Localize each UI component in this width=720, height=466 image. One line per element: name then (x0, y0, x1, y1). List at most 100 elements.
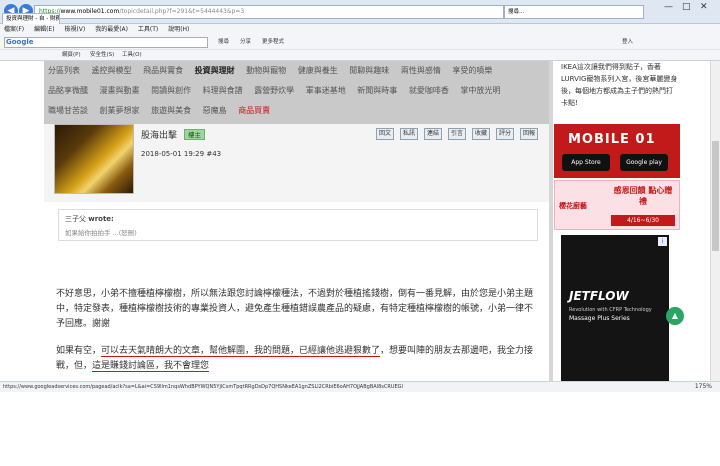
board-item[interactable]: 閒聊與趣味 (349, 66, 389, 75)
board-item-active[interactable]: 投資與理財 (195, 66, 235, 75)
menu-file[interactable]: 檔案(F) (4, 26, 24, 33)
cmd-page[interactable]: 網頁(P) (62, 50, 81, 61)
post-date: 2018-05-01 19:29 #43 (141, 150, 221, 158)
status-bar: https://www.googleadservices.com/pagead/… (0, 381, 720, 392)
google-logo: Google (6, 38, 34, 46)
board-item[interactable]: 惡魔島 (203, 106, 227, 115)
ikea-article-text[interactable]: IKEA這次讓我們得到點子，香著LURVIG寵物系列入宮，後宮華麗變身後，每個地… (561, 61, 679, 109)
board-menu-row-1: 分區列表 遙控與模型 飛品與實食 投資與理財 動物與寵物 健康與養生 閒聊與趣味… (48, 61, 501, 81)
close-icon[interactable]: ✕ (700, 2, 708, 12)
report-button[interactable]: 回報 (520, 128, 538, 140)
avatar[interactable] (54, 124, 134, 194)
google-search-input[interactable] (4, 37, 208, 48)
link-button[interactable]: 連結 (424, 128, 442, 140)
board-item-marketplace[interactable]: 商品買賣 (238, 106, 270, 115)
board-item[interactable]: 軍事迷基地 (306, 86, 346, 95)
toolbar-more-button[interactable]: 更多程式 (262, 38, 284, 47)
zoom-level[interactable]: 175% (695, 382, 712, 392)
minimize-icon[interactable]: — (664, 2, 673, 12)
cmd-safety[interactable]: 安全性(S) (90, 50, 114, 61)
board-item[interactable]: 旅遊與美食 (151, 106, 191, 115)
app-store-button[interactable]: App Store (562, 154, 610, 171)
quote-header: 三子父 wrote: (65, 214, 531, 224)
board-item[interactable]: 閱讀與創作 (151, 86, 191, 95)
board-item[interactable]: 健康與養生 (298, 66, 338, 75)
reply-button[interactable]: 回文 (376, 128, 394, 140)
maximize-icon[interactable]: □ (682, 2, 691, 12)
board-item[interactable]: 遙控與模型 (92, 66, 132, 75)
post-floor[interactable]: #43 (206, 150, 221, 158)
address-bar[interactable]: https://www.mobile01.com/topicdetail.php… (34, 5, 504, 19)
menu-favorites[interactable]: 我的最愛(A) (95, 26, 128, 33)
status-url: https://www.googleadservices.com/pagead/… (3, 384, 403, 390)
sakura-ad[interactable]: 櫻花廚藝 感恩回饋 點心贈禮 4/16~6/30 (554, 180, 680, 230)
rate-button[interactable]: 評分 (496, 128, 514, 140)
board-item[interactable]: 露營野炊學 (254, 86, 294, 95)
menu-tools[interactable]: 工具(T) (138, 26, 158, 33)
board-menu-row-2: 品酩享微醺 漫畫與動畫 閱讀與創作 料理與食譜 露營野炊學 軍事迷基地 新聞與時… (48, 81, 509, 101)
quote-block: 三子父 wrote: 如果給你拍拍手 ...(恕刪) (58, 209, 538, 241)
toolbar-search-button[interactable]: 搜尋 (218, 38, 229, 47)
post-paragraph-1: 不好意思，小弟不擅種植檸檬樹，所以無法跟您討論檸檬種法，不過對於種植搖錢樹，倒有… (56, 289, 534, 329)
sakura-brand: 櫻花廚藝 (559, 202, 587, 210)
board-item[interactable]: 享受的噴樂 (452, 66, 492, 75)
web-page: 分區列表 遙控與模型 飛品與實食 投資與理財 動物與寵物 健康與養生 閒聊與趣味… (0, 61, 720, 381)
jetflow-logo: JETFLOW (569, 289, 629, 303)
board-item[interactable]: 品酩享微醺 (48, 86, 88, 95)
board-menu-row-3: 職場甘苦談 創業夢想家 旅遊與美食 惡魔島 商品買賣 (48, 101, 279, 121)
menu-edit[interactable]: 編輯(E) (34, 26, 54, 33)
address-path: /topicdetail.php?f=291&t=5444443&p=3 (119, 8, 245, 15)
toolbar-share-button[interactable]: 分享 (240, 38, 251, 47)
google-play-button[interactable]: Google play (620, 154, 668, 171)
highlight-1: 可以去天氣晴朗大的文章，幫他解圍，我的問題，已經讓他逃避狠數了 (101, 346, 381, 357)
search-box[interactable]: 搜尋... (504, 5, 644, 19)
sidebar: IKEA這次讓我們得到點子，香著LURVIG寵物系列入宮，後宮華麗變身後，每個地… (553, 61, 683, 381)
post-content: 不好意思，小弟不擅種植檸檬樹，所以無法跟您討論檸檬種法，不過對於種植搖錢樹，倒有… (56, 287, 536, 381)
post-paragraph-2: 如果有空，可以去天氣晴朗大的文章，幫他解圍，我的問題，已經讓他逃避狠數了，想要叫… (56, 344, 536, 374)
board-item[interactable]: 職場甘苦談 (48, 106, 88, 115)
menu-bar: 檔案(F) 編輯(E) 檢視(V) 我的最愛(A) 工具(T) 說明(H) (0, 24, 720, 35)
board-item[interactable]: 新聞與時事 (357, 86, 397, 95)
sakura-promo-text: 感恩回饋 點心贈禮 (613, 186, 673, 206)
board-item[interactable]: 動物與寵物 (246, 66, 286, 75)
favorite-button[interactable]: 收藏 (472, 128, 490, 140)
highlight-2: 這是賺錢討論區，我不會理您 (92, 361, 210, 372)
google-toolbar: Google 搜尋 分享 更多程式 登入 (0, 35, 720, 50)
board-item[interactable]: 就愛咖啡香 (409, 86, 449, 95)
jetflow-tagline: Revolution with CFRP Technology (569, 307, 652, 313)
board-item[interactable]: 飛品與實食 (143, 66, 183, 75)
board-item[interactable]: 兩性與感情 (401, 66, 441, 75)
board-item[interactable]: 創業夢想家 (100, 106, 140, 115)
quote-button[interactable]: 引言 (448, 128, 466, 140)
page-scrollbar[interactable] (710, 61, 720, 381)
message-button[interactable]: 私訊 (400, 128, 418, 140)
scrollbar-thumb[interactable] (712, 141, 719, 251)
address-host: www.mobile01.com (60, 8, 120, 15)
toolbar-signin-button[interactable]: 登入 (622, 38, 633, 47)
browser-window: ◀ ▶ https://www.mobile01.com/topicdetail… (0, 0, 720, 392)
board-item[interactable]: 分區列表 (48, 66, 80, 75)
board-menu: 分區列表 遙控與模型 飛品與實食 投資與理財 動物與寵物 健康與養生 閒聊與趣味… (44, 61, 549, 124)
cmd-tools[interactable]: 工具(O) (122, 50, 142, 61)
board-item[interactable]: 掌中放光明 (460, 86, 500, 95)
jetflow-ad[interactable]: i JETFLOW Revolution with CFRP Technolog… (561, 235, 669, 381)
browser-tab[interactable]: 投資與理財 - 自 - 財務養 (2, 13, 60, 24)
mobile01-app-banner[interactable]: MOBILE 01 App Store Google play (554, 124, 680, 178)
menu-help[interactable]: 說明(H) (168, 26, 189, 33)
board-item[interactable]: 料理與食譜 (203, 86, 243, 95)
quote-wrote: wrote: (88, 215, 114, 223)
mobile01-logo: MOBILE 01 (568, 132, 656, 147)
ad-info-icon[interactable]: i (658, 237, 667, 246)
jetflow-series: Massage Plus Series (569, 315, 630, 322)
quote-user[interactable]: 三子父 (65, 215, 86, 223)
rank-badge: 樓主 (184, 129, 205, 140)
menu-view[interactable]: 檢視(V) (64, 26, 85, 33)
para2-start: 如果有空， (56, 346, 102, 356)
scroll-top-icon[interactable]: ▲ (666, 307, 684, 325)
post-header: 股海出擊 樓主 2018-05-01 19:29 #43 回文 私訊 連結 引言… (44, 124, 549, 202)
post-author[interactable]: 股海出擊 (141, 128, 177, 141)
board-item[interactable]: 漫畫與動畫 (100, 86, 140, 95)
command-bar: 網頁(P) 安全性(S) 工具(O) (0, 50, 720, 61)
post-date-value: 2018-05-01 19:29 (141, 150, 205, 158)
sakura-date: 4/16~6/30 (611, 215, 675, 226)
